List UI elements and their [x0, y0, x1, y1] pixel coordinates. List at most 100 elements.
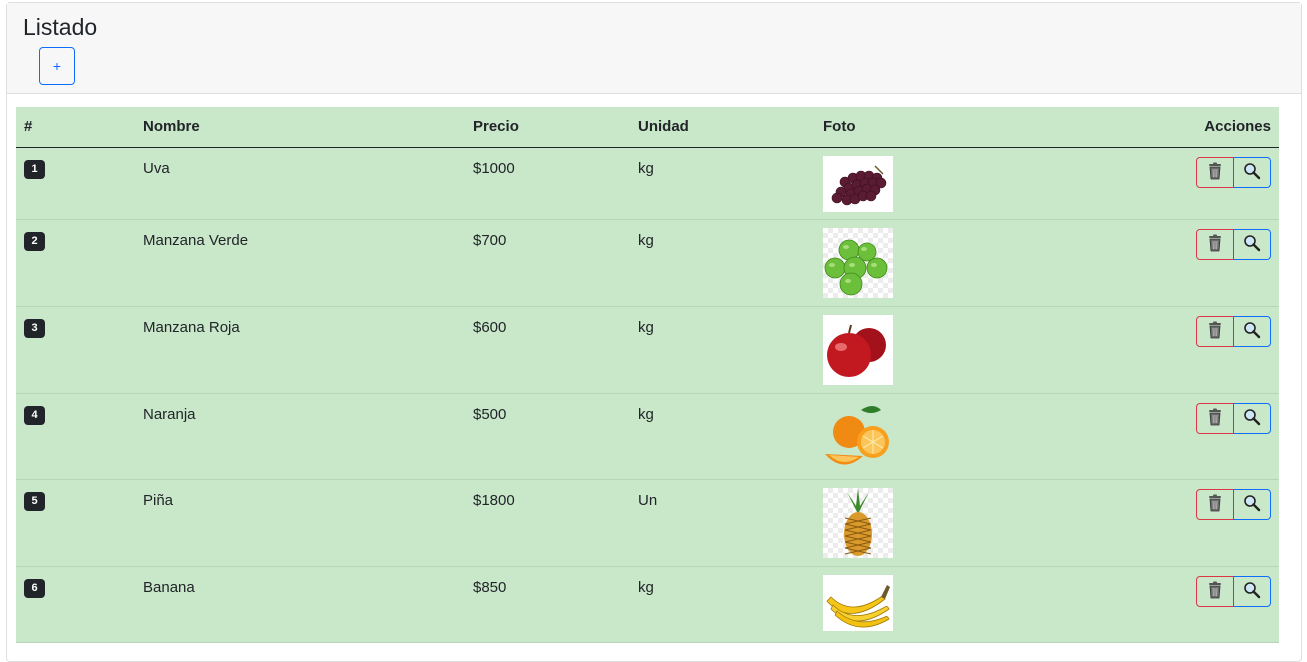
magnifier-icon	[1243, 494, 1261, 515]
grapes-photo	[823, 156, 893, 212]
table-header-row: # Nombre Precio Unidad Foto Acciones	[16, 107, 1279, 147]
trash-icon	[1207, 408, 1223, 429]
action-buttons	[1196, 403, 1271, 434]
product-price: $1800	[473, 492, 515, 509]
cell-foto	[815, 566, 1040, 642]
action-buttons	[1196, 576, 1271, 607]
cell-nombre: Naranja	[135, 393, 465, 479]
col-header-number: #	[16, 107, 135, 147]
delete-button[interactable]	[1196, 229, 1234, 260]
action-buttons	[1196, 489, 1271, 520]
product-unit: kg	[638, 406, 654, 423]
table-row: 3 Manzana Roja $600 kg	[16, 306, 1279, 393]
product-name: Manzana Roja	[143, 319, 240, 336]
col-header-precio: Precio	[465, 107, 630, 147]
view-button[interactable]	[1233, 316, 1271, 347]
cell-nombre: Manzana Verde	[135, 219, 465, 306]
oranges-photo	[823, 402, 893, 472]
cell-acciones	[1040, 147, 1279, 219]
view-button[interactable]	[1233, 157, 1271, 188]
cell-unidad: Un	[630, 479, 815, 566]
col-header-nombre: Nombre	[135, 107, 465, 147]
cell-precio: $600	[465, 306, 630, 393]
product-name: Piña	[143, 492, 173, 509]
cell-nombre: Piña	[135, 479, 465, 566]
product-unit: kg	[638, 579, 654, 596]
magnifier-icon	[1243, 581, 1261, 602]
cell-acciones	[1040, 479, 1279, 566]
delete-button[interactable]	[1196, 403, 1234, 434]
red-apples-photo	[823, 315, 893, 385]
trash-icon	[1207, 321, 1223, 342]
delete-button[interactable]	[1196, 489, 1234, 520]
cell-acciones	[1040, 566, 1279, 642]
product-unit: Un	[638, 492, 657, 509]
trash-icon	[1207, 581, 1223, 602]
cell-foto	[815, 393, 1040, 479]
delete-button[interactable]	[1196, 316, 1234, 347]
col-header-foto: Foto	[815, 107, 1040, 147]
action-buttons	[1196, 316, 1271, 347]
magnifier-icon	[1243, 321, 1261, 342]
row-number-badge: 5	[24, 492, 45, 511]
cell-unidad: kg	[630, 566, 815, 642]
table-row: 4 Naranja $500 kg	[16, 393, 1279, 479]
product-price: $1000	[473, 160, 515, 177]
product-price: $850	[473, 579, 506, 596]
page-title: Listado	[23, 13, 1285, 41]
cell-acciones	[1040, 219, 1279, 306]
row-number-badge: 4	[24, 406, 45, 425]
cell-foto	[815, 306, 1040, 393]
product-unit: kg	[638, 232, 654, 249]
product-name: Manzana Verde	[143, 232, 248, 249]
cell-nombre: Manzana Roja	[135, 306, 465, 393]
add-button[interactable]: +	[39, 47, 75, 85]
view-button[interactable]	[1233, 403, 1271, 434]
view-button[interactable]	[1233, 576, 1271, 607]
cell-precio: $500	[465, 393, 630, 479]
product-unit: kg	[638, 160, 654, 177]
row-number-badge: 6	[24, 579, 45, 598]
magnifier-icon	[1243, 162, 1261, 183]
pineapple-photo	[823, 488, 893, 558]
product-price: $700	[473, 232, 506, 249]
card-header: Listado +	[7, 3, 1301, 94]
cell-acciones	[1040, 306, 1279, 393]
product-price: $500	[473, 406, 506, 423]
action-buttons	[1196, 157, 1271, 188]
cell-number: 1	[16, 147, 135, 219]
delete-button[interactable]	[1196, 576, 1234, 607]
cell-number: 6	[16, 566, 135, 642]
view-button[interactable]	[1233, 229, 1271, 260]
cell-nombre: Banana	[135, 566, 465, 642]
products-table: # Nombre Precio Unidad Foto Acciones 1 U…	[16, 107, 1279, 643]
table-row: 6 Banana $850 kg	[16, 566, 1279, 642]
row-number-badge: 2	[24, 232, 45, 251]
row-number-badge: 3	[24, 319, 45, 338]
cell-foto	[815, 479, 1040, 566]
products-table-wrap: # Nombre Precio Unidad Foto Acciones 1 U…	[16, 107, 1279, 643]
product-unit: kg	[638, 319, 654, 336]
cell-unidad: kg	[630, 306, 815, 393]
cell-nombre: Uva	[135, 147, 465, 219]
magnifier-icon	[1243, 234, 1261, 255]
magnifier-icon	[1243, 408, 1261, 429]
product-name: Banana	[143, 579, 195, 596]
view-button[interactable]	[1233, 489, 1271, 520]
cell-number: 3	[16, 306, 135, 393]
cell-number: 5	[16, 479, 135, 566]
delete-button[interactable]	[1196, 157, 1234, 188]
green-apples-photo	[823, 228, 893, 298]
cell-precio: $1800	[465, 479, 630, 566]
cell-precio: $850	[465, 566, 630, 642]
cell-number: 2	[16, 219, 135, 306]
trash-icon	[1207, 234, 1223, 255]
table-row: 2 Manzana Verde $700 kg	[16, 219, 1279, 306]
trash-icon	[1207, 162, 1223, 183]
cell-number: 4	[16, 393, 135, 479]
cell-unidad: kg	[630, 393, 815, 479]
col-header-acciones: Acciones	[1040, 107, 1279, 147]
col-header-unidad: Unidad	[630, 107, 815, 147]
table-row: 1 Uva $1000 kg	[16, 147, 1279, 219]
action-buttons	[1196, 229, 1271, 260]
